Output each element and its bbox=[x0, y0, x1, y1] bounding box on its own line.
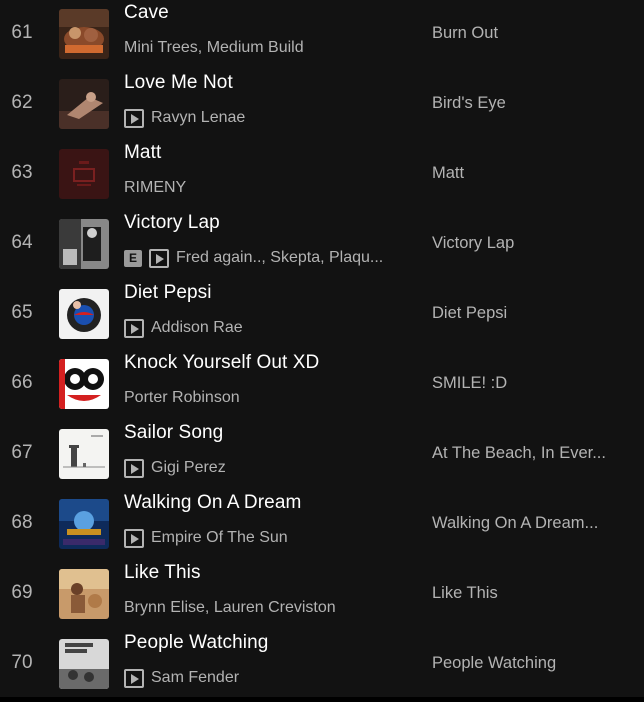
track-number: 63 bbox=[11, 162, 33, 183]
artist-links[interactable]: RIMENY bbox=[124, 179, 186, 197]
track-row[interactable]: 65 Diet Pepsi Addison Rae Diet Pepsi bbox=[0, 280, 644, 350]
artist-links[interactable]: Fred again.., Skepta, Plaqu... bbox=[176, 249, 383, 267]
track-artists: Addison Rae bbox=[124, 317, 243, 339]
track-row[interactable]: 64 Victory Lap E Fred again.., Skepta, P… bbox=[0, 210, 644, 280]
track-row[interactable]: 63 Matt RIMENY Matt bbox=[0, 140, 644, 210]
album-cover bbox=[59, 79, 109, 129]
album-cover bbox=[59, 149, 109, 199]
track-artists: Mini Trees, Medium Build bbox=[124, 37, 304, 59]
track-title[interactable]: Diet Pepsi bbox=[124, 282, 212, 304]
album-name[interactable]: Diet Pepsi bbox=[432, 280, 507, 346]
track-artists: E Fred again.., Skepta, Plaqu... bbox=[124, 247, 383, 269]
track-title[interactable]: Knock Yourself Out XD bbox=[124, 352, 319, 374]
album-name[interactable]: Burn Out bbox=[432, 0, 498, 66]
track-number: 61 bbox=[11, 22, 33, 43]
track-number: 67 bbox=[11, 442, 33, 463]
artist-links[interactable]: Porter Robinson bbox=[124, 389, 240, 407]
music-video-icon bbox=[124, 668, 144, 688]
music-video-icon bbox=[124, 458, 144, 478]
track-title[interactable]: Like This bbox=[124, 562, 201, 584]
album-name[interactable]: SMILE! :D bbox=[432, 350, 507, 416]
track-title[interactable]: Sailor Song bbox=[124, 422, 223, 444]
track-title[interactable]: Cave bbox=[124, 2, 169, 24]
track-artists: Porter Robinson bbox=[124, 387, 240, 409]
music-video-icon bbox=[149, 248, 169, 268]
track-number: 62 bbox=[11, 92, 33, 113]
track-row[interactable]: 61 Cave Mini Trees, Medium Build Burn Ou… bbox=[0, 0, 644, 70]
track-list: 61 Cave Mini Trees, Medium Build Burn Ou… bbox=[0, 0, 644, 702]
track-title[interactable]: People Watching bbox=[124, 632, 268, 654]
album-name[interactable]: People Watching bbox=[432, 630, 556, 696]
artist-links[interactable]: Addison Rae bbox=[151, 319, 243, 337]
track-number: 66 bbox=[11, 372, 33, 393]
track-row[interactable]: 70 People Watching Sam Fender People Wat… bbox=[0, 630, 644, 700]
track-number: 69 bbox=[11, 582, 33, 603]
album-name[interactable]: Walking On A Dream... bbox=[432, 490, 598, 556]
track-artists: Gigi Perez bbox=[124, 457, 226, 479]
track-number: 68 bbox=[11, 512, 33, 533]
album-name[interactable]: Victory Lap bbox=[432, 210, 514, 276]
track-artists: Ravyn Lenae bbox=[124, 107, 245, 129]
track-row[interactable]: 62 Love Me Not Ravyn Lenae Bird's Eye bbox=[0, 70, 644, 140]
artist-links[interactable]: Sam Fender bbox=[151, 669, 239, 687]
album-cover bbox=[59, 499, 109, 549]
track-number: 65 bbox=[11, 302, 33, 323]
track-number: 64 bbox=[11, 232, 33, 253]
album-cover bbox=[59, 639, 109, 689]
track-title[interactable]: Victory Lap bbox=[124, 212, 220, 234]
artist-links[interactable]: Gigi Perez bbox=[151, 459, 226, 477]
track-title[interactable]: Love Me Not bbox=[124, 72, 233, 94]
album-name[interactable]: Like This bbox=[432, 560, 498, 626]
track-row[interactable]: 68 Walking On A Dream Empire Of The Sun … bbox=[0, 490, 644, 560]
explicit-badge: E bbox=[124, 249, 142, 267]
track-artists: RIMENY bbox=[124, 177, 186, 199]
track-title[interactable]: Matt bbox=[124, 142, 161, 164]
album-cover bbox=[59, 429, 109, 479]
artist-links[interactable]: Ravyn Lenae bbox=[151, 109, 245, 127]
artist-links[interactable]: Empire Of The Sun bbox=[151, 529, 288, 547]
album-cover bbox=[59, 359, 109, 409]
bottom-edge bbox=[0, 697, 644, 702]
music-video-icon bbox=[124, 318, 144, 338]
track-artists: Sam Fender bbox=[124, 667, 239, 689]
track-row[interactable]: 69 Like This Brynn Elise, Lauren Crevist… bbox=[0, 560, 644, 630]
music-video-icon bbox=[124, 108, 144, 128]
album-cover bbox=[59, 9, 109, 59]
album-cover bbox=[59, 219, 109, 269]
album-name[interactable]: Bird's Eye bbox=[432, 70, 506, 136]
artist-links[interactable]: Brynn Elise, Lauren Creviston bbox=[124, 599, 336, 617]
artist-links[interactable]: Mini Trees, Medium Build bbox=[124, 39, 304, 57]
track-number: 70 bbox=[11, 652, 33, 673]
album-name[interactable]: At The Beach, In Ever... bbox=[432, 420, 606, 486]
track-title[interactable]: Walking On A Dream bbox=[124, 492, 301, 514]
track-artists: Brynn Elise, Lauren Creviston bbox=[124, 597, 336, 619]
music-video-icon bbox=[124, 528, 144, 548]
album-name[interactable]: Matt bbox=[432, 140, 464, 206]
album-cover bbox=[59, 289, 109, 339]
track-artists: Empire Of The Sun bbox=[124, 527, 288, 549]
track-row[interactable]: 66 Knock Yourself Out XD Porter Robinson… bbox=[0, 350, 644, 420]
album-cover bbox=[59, 569, 109, 619]
track-row[interactable]: 67 Sailor Song Gigi Perez At The Beach, … bbox=[0, 420, 644, 490]
